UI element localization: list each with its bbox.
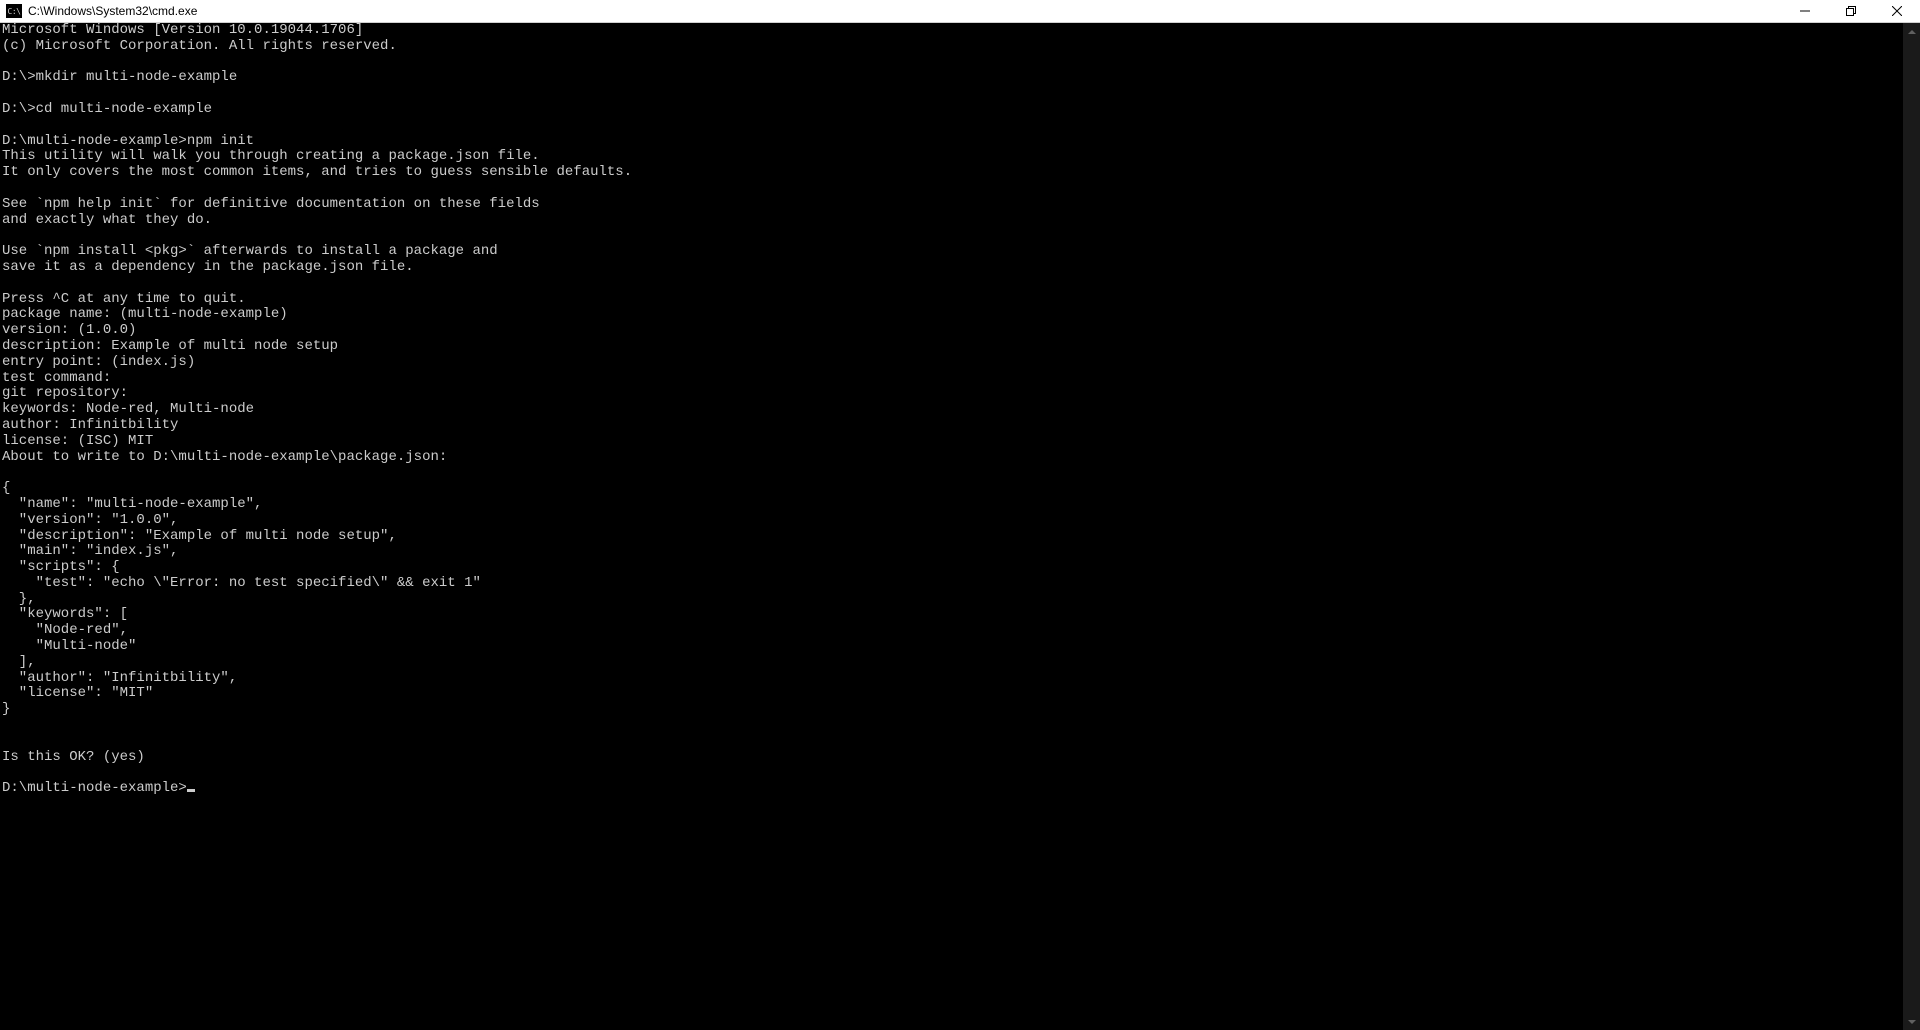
terminal-line: D:\>cd multi-node-example	[2, 102, 1901, 118]
chevron-down-icon	[1908, 1018, 1916, 1026]
terminal-line	[2, 181, 1901, 197]
terminal-line: {	[2, 481, 1901, 497]
terminal-line: and exactly what they do.	[2, 213, 1901, 229]
terminal-line	[2, 765, 1901, 781]
terminal-line: entry point: (index.js)	[2, 355, 1901, 371]
terminal-line: (c) Microsoft Corporation. All rights re…	[2, 39, 1901, 55]
terminal-line: "Multi-node"	[2, 639, 1901, 655]
terminal-line: See `npm help init` for definitive docum…	[2, 197, 1901, 213]
terminal-line	[2, 734, 1901, 750]
terminal-output[interactable]: Microsoft Windows [Version 10.0.19044.17…	[0, 23, 1903, 1030]
terminal-line: Use `npm install <pkg>` afterwards to in…	[2, 244, 1901, 260]
terminal-line: git repository:	[2, 386, 1901, 402]
terminal-line	[2, 718, 1901, 734]
terminal-line: This utility will walk you through creat…	[2, 149, 1901, 165]
terminal-line: },	[2, 592, 1901, 608]
maximize-icon	[1846, 6, 1856, 16]
terminal-line	[2, 86, 1901, 102]
terminal-line: It only covers the most common items, an…	[2, 165, 1901, 181]
terminal-line: "version": "1.0.0",	[2, 513, 1901, 529]
terminal-line: author: Infinitbility	[2, 418, 1901, 434]
terminal-line: "test": "echo \"Error: no test specified…	[2, 576, 1901, 592]
vertical-scrollbar[interactable]	[1903, 23, 1920, 1030]
terminal-line: "Node-red",	[2, 623, 1901, 639]
chevron-up-icon	[1908, 28, 1916, 36]
terminal-line: ],	[2, 655, 1901, 671]
terminal-line: save it as a dependency in the package.j…	[2, 260, 1901, 276]
close-icon	[1892, 6, 1902, 16]
maximize-button[interactable]	[1828, 0, 1874, 22]
terminal-line: "author": "Infinitbility",	[2, 671, 1901, 687]
cmd-icon: C:\	[6, 4, 22, 18]
terminal-line	[2, 465, 1901, 481]
cmd-window: C:\ C:\Windows\System32\cmd.exe Microsof…	[0, 0, 1920, 1030]
terminal-line: "main": "index.js",	[2, 544, 1901, 560]
minimize-button[interactable]	[1782, 0, 1828, 22]
terminal-prompt: D:\multi-node-example>	[2, 780, 187, 796]
terminal-line: }	[2, 702, 1901, 718]
terminal-line: About to write to D:\multi-node-example\…	[2, 450, 1901, 466]
terminal-cursor	[187, 789, 195, 792]
terminal-line: test command:	[2, 371, 1901, 387]
terminal-line: "scripts": {	[2, 560, 1901, 576]
terminal-line	[2, 55, 1901, 71]
terminal-line: D:\>mkdir multi-node-example	[2, 70, 1901, 86]
terminal-line	[2, 276, 1901, 292]
close-button[interactable]	[1874, 0, 1920, 22]
terminal-line: Press ^C at any time to quit.	[2, 292, 1901, 308]
terminal-line: D:\multi-node-example>npm init	[2, 134, 1901, 150]
terminal-line	[2, 228, 1901, 244]
window-title: C:\Windows\System32\cmd.exe	[28, 4, 197, 18]
terminal-line: description: Example of multi node setup	[2, 339, 1901, 355]
terminal-line: version: (1.0.0)	[2, 323, 1901, 339]
terminal-line: license: (ISC) MIT	[2, 434, 1901, 450]
terminal-line: Is this OK? (yes)	[2, 750, 1901, 766]
scroll-down-button[interactable]	[1903, 1013, 1920, 1030]
titlebar[interactable]: C:\ C:\Windows\System32\cmd.exe	[0, 0, 1920, 23]
minimize-icon	[1800, 6, 1810, 16]
terminal-prompt-line[interactable]: D:\multi-node-example>	[2, 781, 1901, 797]
terminal-line	[2, 118, 1901, 134]
terminal-line: "name": "multi-node-example",	[2, 497, 1901, 513]
terminal-line: package name: (multi-node-example)	[2, 307, 1901, 323]
terminal-line: "description": "Example of multi node se…	[2, 529, 1901, 545]
titlebar-controls	[1782, 0, 1920, 22]
terminal-area: Microsoft Windows [Version 10.0.19044.17…	[0, 23, 1920, 1030]
terminal-line: "keywords": [	[2, 607, 1901, 623]
titlebar-left: C:\ C:\Windows\System32\cmd.exe	[0, 4, 197, 18]
terminal-line: "license": "MIT"	[2, 686, 1901, 702]
scroll-up-button[interactable]	[1903, 23, 1920, 40]
terminal-line: Microsoft Windows [Version 10.0.19044.17…	[2, 23, 1901, 39]
terminal-line: keywords: Node-red, Multi-node	[2, 402, 1901, 418]
